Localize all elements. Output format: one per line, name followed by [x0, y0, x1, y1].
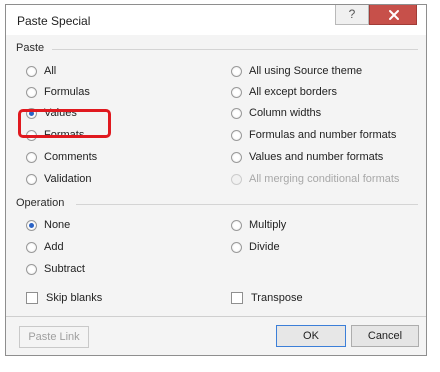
operation-option-multiply[interactable]: Multiply	[231, 217, 286, 233]
option-label: Add	[44, 241, 64, 253]
option-label: Formulas and number formats	[249, 129, 397, 141]
option-label: Values and number formats	[249, 151, 384, 163]
option-label: Comments	[44, 151, 98, 163]
close-button[interactable]	[369, 5, 417, 25]
transpose-checkbox[interactable]: Transpose	[231, 290, 303, 306]
paste-group-label: Paste	[16, 42, 45, 54]
option-label: None	[44, 219, 71, 231]
operation-group-divider	[76, 204, 418, 205]
checkbox-label: Transpose	[251, 292, 303, 304]
radio-icon	[231, 65, 242, 77]
operation-option-divide[interactable]: Divide	[231, 239, 280, 255]
operation-option-subtract[interactable]: Subtract	[26, 261, 85, 277]
paste-option-all-merging-conditional-formats: All merging conditional formats	[231, 171, 399, 187]
footer-divider	[6, 316, 426, 317]
radio-icon	[26, 173, 37, 185]
option-label: Formulas	[44, 86, 90, 98]
radio-icon	[231, 107, 242, 119]
radio-selected-icon	[26, 219, 37, 231]
radio-icon	[231, 241, 242, 253]
radio-icon	[231, 151, 242, 163]
radio-icon	[231, 129, 242, 141]
checkbox-icon	[231, 292, 243, 304]
radio-icon	[26, 65, 37, 77]
option-label: Validation	[44, 173, 92, 185]
option-label: All	[44, 65, 57, 77]
operation-group-label: Operation	[16, 197, 65, 209]
radio-icon	[231, 219, 242, 231]
paste-option-all-except-borders[interactable]: All except borders	[231, 84, 337, 100]
option-label: All using Source theme	[249, 65, 363, 77]
title-bar: Paste Special ?	[6, 5, 426, 35]
paste-option-column-widths[interactable]: Column widths	[231, 105, 321, 121]
paste-option-formulas-and-number-formats[interactable]: Formulas and number formats	[231, 127, 396, 143]
paste-option-validation[interactable]: Validation	[26, 171, 92, 187]
option-label: All except borders	[249, 86, 338, 98]
help-button[interactable]: ?	[335, 5, 369, 25]
radio-icon	[26, 241, 37, 253]
option-label: Subtract	[44, 263, 85, 275]
paste-link-button: Paste Link	[19, 326, 89, 348]
paste-option-all[interactable]: All	[26, 63, 56, 79]
radio-icon	[26, 263, 37, 275]
radio-icon	[231, 173, 242, 185]
operation-option-add[interactable]: Add	[26, 239, 64, 255]
option-label: Divide	[249, 241, 280, 253]
radio-icon	[231, 86, 242, 98]
option-label: All merging conditional formats	[249, 173, 400, 185]
dialog-title: Paste Special	[17, 14, 91, 28]
skip-blanks-checkbox[interactable]: Skip blanks	[26, 290, 102, 306]
paste-option-comments[interactable]: Comments	[26, 149, 97, 165]
radio-icon	[26, 151, 37, 163]
paste-option-all-using-source-theme[interactable]: All using Source theme	[231, 63, 362, 79]
paste-group-divider	[52, 49, 418, 50]
option-label: Multiply	[249, 219, 287, 231]
ok-button[interactable]: OK	[276, 325, 346, 347]
cancel-button[interactable]: Cancel	[351, 325, 419, 347]
checkbox-icon	[26, 292, 38, 304]
operation-option-none[interactable]: None	[26, 217, 70, 233]
paste-special-dialog: Paste Special ? Paste All Formulas Value…	[5, 4, 427, 356]
paste-option-formulas[interactable]: Formulas	[26, 84, 90, 100]
paste-option-values-and-number-formats[interactable]: Values and number formats	[231, 149, 383, 165]
option-label: Column widths	[249, 107, 322, 119]
values-highlight-box	[18, 109, 111, 138]
checkbox-label: Skip blanks	[46, 292, 103, 304]
radio-icon	[26, 86, 37, 98]
x-icon	[389, 10, 399, 20]
